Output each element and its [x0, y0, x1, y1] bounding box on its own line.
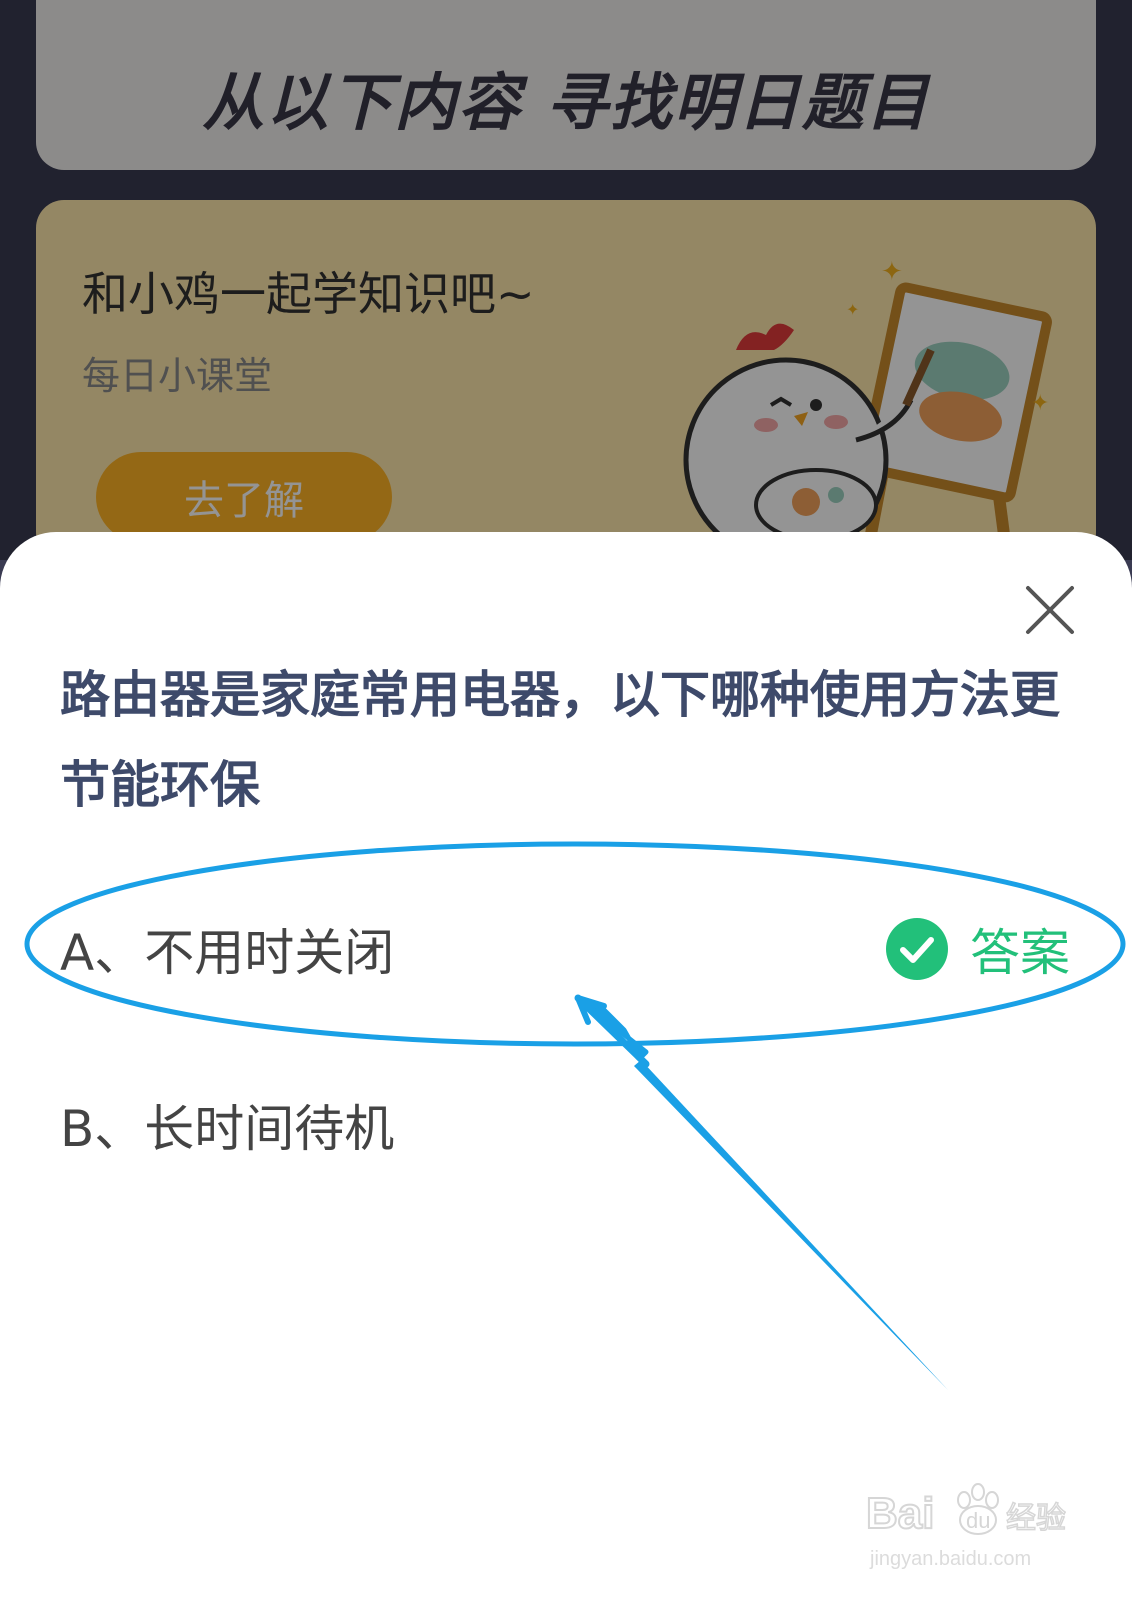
baidu-logo-icon: Bai du 经验	[866, 1483, 1066, 1539]
svg-text:du: du	[966, 1508, 990, 1533]
option-a-label: A、不用时关闭	[60, 924, 395, 982]
svg-text:经验: 经验	[1006, 1501, 1066, 1536]
svg-text:Bai: Bai	[866, 1489, 934, 1538]
close-icon[interactable]	[1022, 582, 1078, 638]
check-icon	[886, 918, 948, 980]
quiz-bottom-sheet: 路由器是家庭常用电器，以下哪种使用方法更节能环保 A、不用时关闭 答案 B、长时…	[0, 532, 1132, 1600]
answer-badge: 答案	[886, 904, 1070, 994]
answer-label: 答案	[970, 924, 1070, 982]
watermark-url: jingyan.baidu.com	[870, 1548, 1032, 1570]
option-a[interactable]: A、不用时关闭 答案	[60, 904, 1070, 994]
baidu-jingyan-watermark: Bai du 经验 jingyan.baidu.com	[866, 1478, 1066, 1578]
option-b[interactable]: B、长时间待机	[60, 1080, 1070, 1170]
background-page: 从以下内容 寻找明日题目 和小鸡一起学知识吧~ 每日小课堂 去了解 ✦ ✦ ✦	[0, 0, 1132, 560]
question-text: 路由器是家庭常用电器，以下哪种使用方法更节能环保	[60, 666, 1060, 814]
option-b-label: B、长时间待机	[60, 1100, 395, 1158]
dim-overlay[interactable]	[0, 0, 1132, 560]
